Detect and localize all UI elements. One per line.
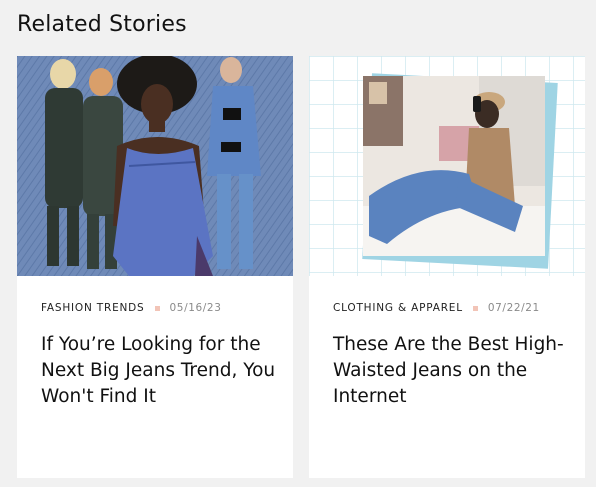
publish-date: 05/16/23 [169,302,222,314]
meta-separator [472,305,478,311]
category-link[interactable]: CLOTHING & APPAREL [333,302,463,314]
story-card[interactable]: CLOTHING & APPAREL 07/22/21 These Are th… [309,56,585,478]
meta-separator [154,305,160,311]
headline-link[interactable]: These Are the Best High-Waisted Jeans on… [333,334,564,407]
story-meta: FASHION TRENDS 05/16/23 [41,302,222,314]
story-image-link[interactable] [17,56,293,276]
section-title: Related Stories [17,12,187,37]
story-image [309,56,585,276]
category-link[interactable]: FASHION TRENDS [41,302,145,314]
story-image [17,56,293,276]
story-headline[interactable]: If You’re Looking for the Next Big Jeans… [41,332,281,410]
story-card[interactable]: FASHION TRENDS 05/16/23 If You’re Lookin… [17,56,293,478]
story-meta: CLOTHING & APPAREL 07/22/21 [333,302,540,314]
story-headline[interactable]: These Are the Best High-Waisted Jeans on… [333,332,573,410]
headline-link[interactable]: If You’re Looking for the Next Big Jeans… [41,334,275,407]
story-image-link[interactable] [309,56,585,276]
publish-date: 07/22/21 [487,302,540,314]
